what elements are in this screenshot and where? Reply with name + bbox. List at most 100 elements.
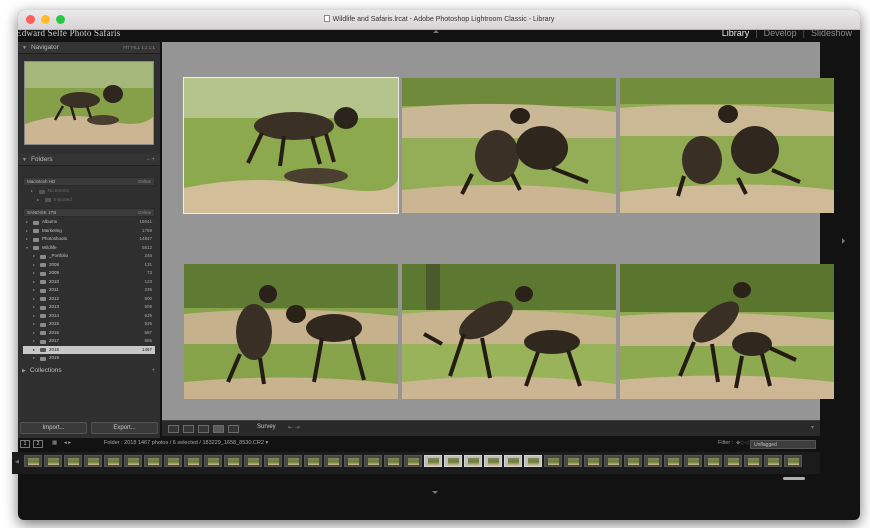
- folder-row-2017[interactable]: ▸ 2017 855: [23, 337, 155, 346]
- filmstrip-thumb[interactable]: [544, 455, 562, 467]
- filter-preset-dropdown[interactable]: Unflagged: [750, 440, 816, 449]
- expand-arrow-icon[interactable]: ▸: [33, 337, 35, 346]
- folder-row-2014[interactable]: ▸ 2014 625: [23, 312, 155, 321]
- filmstrip-thumb[interactable]: [64, 455, 82, 467]
- folder-row-marketing[interactable]: ▸ Marketing 1759: [23, 227, 155, 236]
- folder-row-2015[interactable]: ▸ 2015 525: [23, 320, 155, 329]
- folder-row-2019[interactable]: ▸ 2019: [23, 354, 155, 363]
- filmstrip-thumb[interactable]: [284, 455, 302, 467]
- export-button[interactable]: Export...: [91, 422, 158, 434]
- filmstrip-thumb[interactable]: [224, 455, 242, 467]
- filmstrip-thumb[interactable]: [644, 455, 662, 467]
- photo-cell-3[interactable]: [620, 78, 834, 213]
- filmstrip-thumb[interactable]: [204, 455, 222, 467]
- photo-cell-6[interactable]: [620, 264, 834, 399]
- filmstrip-thumb[interactable]: [404, 455, 422, 467]
- filmstrip-thumb-selected[interactable]: [444, 455, 462, 467]
- folders-header[interactable]: ▼ Folders − +: [18, 154, 160, 166]
- module-slideshow[interactable]: Slideshow: [811, 28, 852, 38]
- expand-arrow-icon[interactable]: ▸: [33, 303, 35, 312]
- filmstrip-thumb-selected[interactable]: [484, 455, 502, 467]
- expand-arrow-icon[interactable]: ▸: [33, 320, 35, 329]
- folder-row[interactable]: ▸ Imported: [23, 196, 155, 205]
- photo-cell-2[interactable]: [402, 78, 616, 213]
- expand-arrow-icon[interactable]: ▸: [33, 286, 35, 295]
- people-view-button[interactable]: [228, 425, 239, 433]
- filmstrip-thumb[interactable]: [124, 455, 142, 467]
- photo-cell-4[interactable]: [184, 264, 398, 399]
- navigator-zoom-options[interactable]: FIT FILL 1:1 1:1: [123, 42, 155, 54]
- filmstrip-thumb[interactable]: [104, 455, 122, 467]
- compare-view-button[interactable]: [198, 425, 209, 433]
- filmstrip-thumb[interactable]: [704, 455, 722, 467]
- filmstrip-thumb[interactable]: [244, 455, 262, 467]
- grid-icon[interactable]: ▦: [52, 440, 57, 446]
- filmstrip-thumb-selected[interactable]: [464, 455, 482, 467]
- toolbar-menu-icon[interactable]: ▾: [811, 424, 814, 431]
- filmstrip-thumb[interactable]: [184, 455, 202, 467]
- filmstrip-thumb[interactable]: [144, 455, 162, 467]
- filmstrip-thumb[interactable]: [304, 455, 322, 467]
- filmstrip-thumb-selected[interactable]: [424, 455, 442, 467]
- expand-arrow-icon[interactable]: ▸: [33, 312, 35, 321]
- expand-arrow-icon[interactable]: ▸: [26, 218, 28, 227]
- folder-row-2008[interactable]: ▸ 2008 131: [23, 261, 155, 270]
- expand-arrow-icon[interactable]: ▸: [33, 252, 35, 261]
- back-forward-icon[interactable]: ◂ ▸: [64, 440, 71, 446]
- volume-macintosh-hd[interactable]: Macintosh HD Online: [23, 177, 155, 186]
- filmstrip-thumb[interactable]: [564, 455, 582, 467]
- folder-row-2011[interactable]: ▸ 2011 235: [23, 286, 155, 295]
- display-1-button[interactable]: 1: [20, 440, 30, 448]
- volume-sandisk[interactable]: SANDISK 1TB Online: [23, 208, 155, 217]
- folder-row-2010[interactable]: ▸ 2010 123: [23, 278, 155, 287]
- folders-add-remove-icons[interactable]: − +: [146, 154, 155, 166]
- filmstrip-scrollbar[interactable]: [783, 477, 805, 480]
- expand-arrow-icon[interactable]: ▸: [31, 187, 33, 196]
- filmstrip-thumb[interactable]: [624, 455, 642, 467]
- module-library[interactable]: Library: [722, 28, 750, 38]
- arrows-icon[interactable]: ⇤ ⇥: [288, 424, 300, 431]
- survey-view-button[interactable]: [213, 425, 224, 433]
- expand-arrow-icon[interactable]: ▾: [26, 244, 28, 253]
- top-panel-toggle-icon[interactable]: [433, 30, 439, 33]
- bottom-panel-toggle-icon[interactable]: [432, 491, 438, 494]
- folder-row-wildlife[interactable]: ▾ Wildlife 5812: [23, 244, 155, 253]
- expand-arrow-icon[interactable]: ▸: [33, 295, 35, 304]
- filmstrip-thumb[interactable]: [764, 455, 782, 467]
- display-2-button[interactable]: 2: [33, 440, 43, 448]
- filmstrip-thumb[interactable]: [24, 455, 42, 467]
- expand-arrow-icon[interactable]: ▸: [26, 235, 28, 244]
- folder-row-2018[interactable]: ▸ 2018 1467: [23, 345, 155, 354]
- filmstrip-thumb-selected[interactable]: [504, 455, 522, 467]
- folder-row-2009[interactable]: ▸ 2009 73: [23, 269, 155, 278]
- photo-cell-5[interactable]: [402, 264, 616, 399]
- expand-arrow-icon[interactable]: ▸: [33, 354, 35, 363]
- filmstrip-thumb[interactable]: [344, 455, 362, 467]
- expand-arrow-icon[interactable]: ▸: [33, 269, 35, 278]
- filmstrip-thumb[interactable]: [584, 455, 602, 467]
- folder-row-albums[interactable]: ▸ Albums 16041: [23, 218, 155, 227]
- filmstrip-thumb[interactable]: [604, 455, 622, 467]
- photo-cell-1[interactable]: [183, 77, 399, 214]
- filmstrip-thumb[interactable]: [44, 455, 62, 467]
- expand-arrow-icon[interactable]: ▸: [33, 261, 35, 270]
- folder-row-2016[interactable]: ▸ 2016 687: [23, 329, 155, 338]
- folder-row-photoshoots[interactable]: ▸ Photoshoots 14847: [23, 235, 155, 244]
- filmstrip-scroll-left-icon[interactable]: ◀: [15, 459, 19, 465]
- folder-row-2013[interactable]: ▸ 2013 509: [23, 303, 155, 312]
- folder-row-2012[interactable]: ▸ 2012 500: [23, 295, 155, 304]
- filmstrip-source-path[interactable]: Folder : 2018 1467 photos / 6 selected /…: [104, 440, 268, 446]
- import-button[interactable]: Import...: [20, 422, 87, 434]
- filmstrip-thumb[interactable]: [784, 455, 802, 467]
- flag-filter-icons[interactable]: ◆◇◁: [736, 440, 749, 446]
- filmstrip-thumb[interactable]: [744, 455, 762, 467]
- expand-arrow-icon[interactable]: ▸: [26, 227, 28, 236]
- filmstrip-thumb[interactable]: [664, 455, 682, 467]
- filmstrip-thumb-selected[interactable]: [524, 455, 542, 467]
- navigator-header[interactable]: ▼ Navigator FIT FILL 1:1 1:1: [18, 42, 160, 54]
- folder-row[interactable]: ▸ No Events: [23, 187, 155, 196]
- navigator-preview[interactable]: [24, 61, 154, 145]
- expand-arrow-icon[interactable]: ▸: [33, 278, 35, 287]
- filmstrip-thumb[interactable]: [724, 455, 742, 467]
- grid-view-button[interactable]: [168, 425, 179, 433]
